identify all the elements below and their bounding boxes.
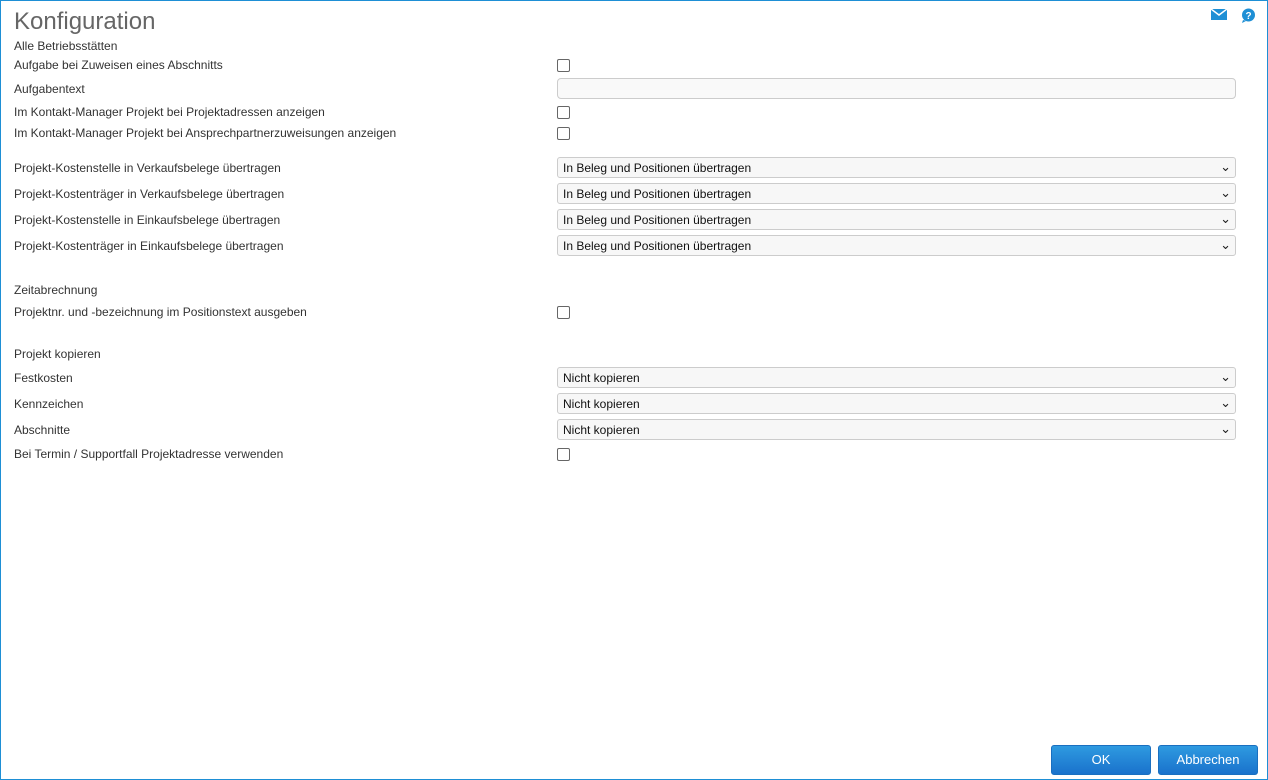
label-projektnr: Projektnr. und -bezeichnung im Positions… — [14, 305, 307, 319]
section-kopieren: Projekt kopieren — [14, 347, 101, 361]
label-ks-verkauf: Projekt-Kostenstelle in Verkaufsbelege ü… — [14, 161, 281, 175]
select-value: Nicht kopieren — [563, 371, 640, 385]
select-kt-verkauf[interactable]: In Beleg und Positionen übertragen ⌄ — [557, 183, 1236, 204]
ok-button[interactable]: OK — [1051, 745, 1151, 775]
cancel-button[interactable]: Abbrechen — [1158, 745, 1258, 775]
chevron-down-icon: ⌄ — [1220, 185, 1231, 200]
help-icon[interactable]: ? — [1241, 8, 1256, 23]
page-title: Konfiguration — [14, 8, 156, 35]
checkbox-aufgabe[interactable] — [557, 59, 570, 72]
label-kt-verkauf: Projekt-Kostenträger in Verkaufsbelege ü… — [14, 187, 285, 201]
select-abschnitte[interactable]: Nicht kopieren ⌄ — [557, 419, 1236, 440]
label-kennzeichen: Kennzeichen — [14, 397, 84, 411]
select-value: In Beleg und Positionen übertragen — [563, 187, 752, 201]
section-zeit: Zeitabrechnung — [14, 283, 98, 297]
label-kt-einkauf: Projekt-Kostenträger in Einkaufsbelege ü… — [14, 239, 284, 253]
chevron-down-icon: ⌄ — [1220, 395, 1231, 410]
label-km-adressen: Im Kontakt-Manager Projekt bei Projektad… — [14, 105, 325, 119]
select-festkosten[interactable]: Nicht kopieren ⌄ — [557, 367, 1236, 388]
checkbox-termin[interactable] — [557, 448, 570, 461]
label-km-ansprech: Im Kontakt-Manager Projekt bei Ansprechp… — [14, 126, 397, 140]
svg-text:?: ? — [1245, 11, 1251, 22]
mail-icon[interactable] — [1211, 9, 1227, 20]
label-abschnitte: Abschnitte — [14, 423, 71, 437]
select-kennzeichen[interactable]: Nicht kopieren ⌄ — [557, 393, 1236, 414]
select-ks-einkauf[interactable]: In Beleg und Positionen übertragen ⌄ — [557, 209, 1236, 230]
select-value: In Beleg und Positionen übertragen — [563, 239, 752, 253]
label-aufgabe: Aufgabe bei Zuweisen eines Abschnitts — [14, 58, 223, 72]
select-value: Nicht kopieren — [563, 397, 640, 411]
chevron-down-icon: ⌄ — [1220, 237, 1231, 252]
select-value: Nicht kopieren — [563, 423, 640, 437]
checkbox-km-adressen[interactable] — [557, 106, 570, 119]
aufgabentext-input[interactable] — [557, 78, 1236, 99]
section-betrieb: Alle Betriebsstätten — [14, 39, 118, 53]
select-ks-verkauf[interactable]: In Beleg und Positionen übertragen ⌄ — [557, 157, 1236, 178]
label-termin: Bei Termin / Supportfall Projektadresse … — [14, 447, 284, 461]
label-festkosten: Festkosten — [14, 371, 73, 385]
checkbox-km-ansprech[interactable] — [557, 127, 570, 140]
chevron-down-icon: ⌄ — [1220, 421, 1231, 436]
select-kt-einkauf[interactable]: In Beleg und Positionen übertragen ⌄ — [557, 235, 1236, 256]
label-aufgabentext: Aufgabentext — [14, 82, 85, 96]
chevron-down-icon: ⌄ — [1220, 211, 1231, 226]
checkbox-projektnr[interactable] — [557, 306, 570, 319]
chevron-down-icon: ⌄ — [1220, 159, 1231, 174]
label-ks-einkauf: Projekt-Kostenstelle in Einkaufsbelege ü… — [14, 213, 281, 227]
select-value: In Beleg und Positionen übertragen — [563, 161, 752, 175]
chevron-down-icon: ⌄ — [1220, 369, 1231, 384]
select-value: In Beleg und Positionen übertragen — [563, 213, 752, 227]
